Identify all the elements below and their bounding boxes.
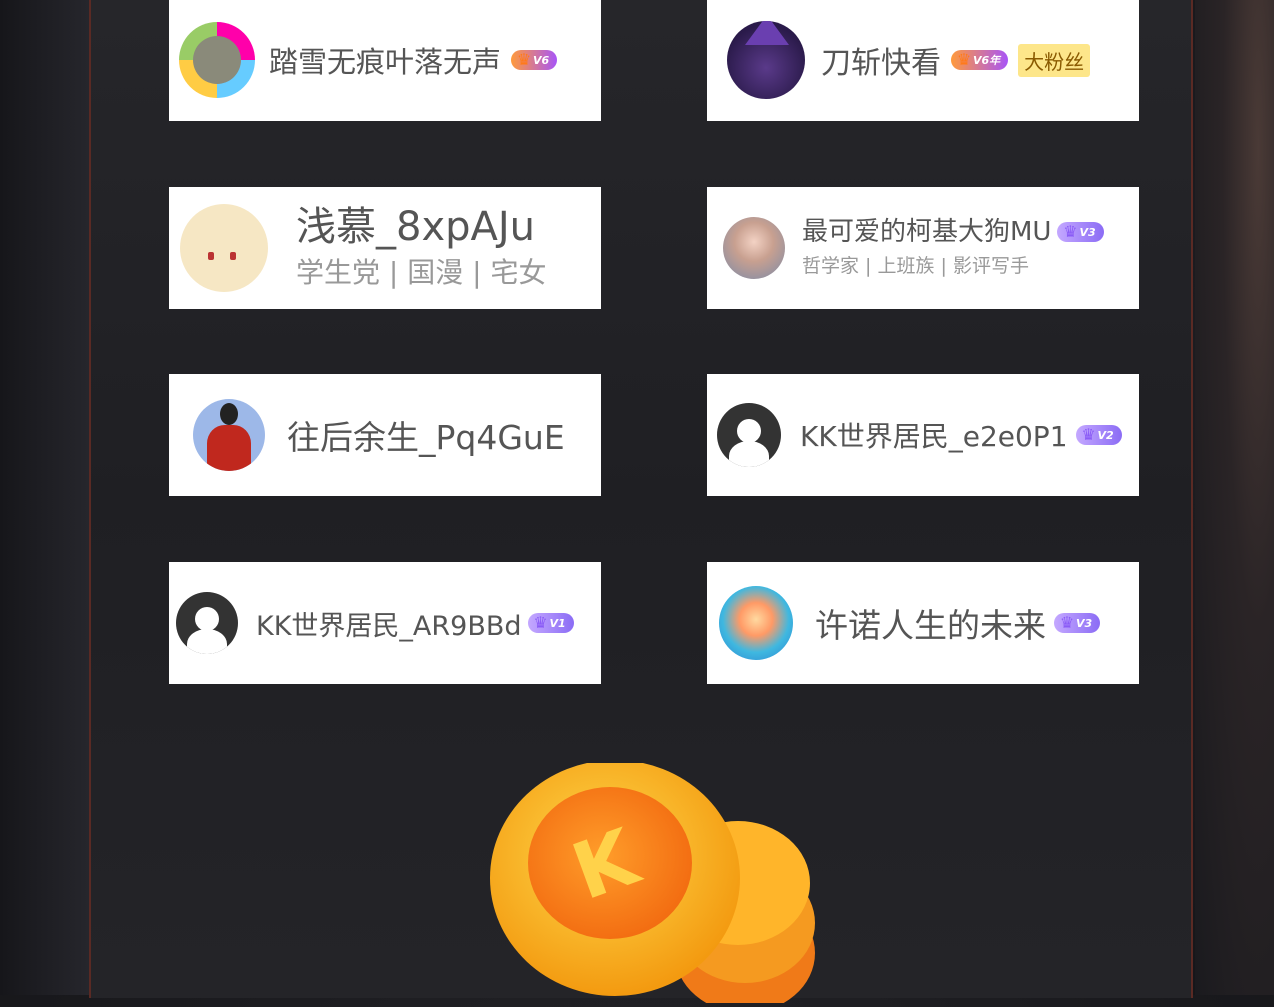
level-badge: ♛ V1 — [527, 612, 574, 633]
crown-icon: ♛ — [533, 612, 548, 632]
avatar — [717, 403, 781, 467]
user-card-4[interactable]: 最可爱的柯基大狗MU ♛ V3 哲学家 | 上班族 | 影评写手 — [707, 187, 1139, 309]
user-tags: 学生党 | 国漫 | 宅女 — [296, 256, 547, 289]
fan-tag: 大粉丝 — [1018, 43, 1091, 77]
level-badge: ♛ V2 — [1075, 424, 1122, 445]
user-name: 刀斩快看 — [821, 46, 941, 81]
level-badge: ♛ V6 — [511, 49, 558, 70]
crown-icon: ♛ — [956, 49, 972, 69]
user-card-5[interactable]: 往后余生_Pq4GuE — [169, 374, 601, 496]
background-right — [1195, 0, 1274, 995]
user-card-3[interactable]: 浅慕_8xpAJu 学生党 | 国漫 | 宅女 — [169, 187, 601, 309]
user-card-6[interactable]: KK世界居民_e2e0P1 ♛ V2 — [707, 374, 1139, 496]
user-name: 许诺人生的未来 — [815, 606, 1046, 645]
background-left — [0, 0, 89, 995]
avatar — [180, 204, 268, 292]
crown-icon: ♛ — [1063, 221, 1078, 241]
user-card-1[interactable]: 踏雪无痕叶落无声 ♛ V6 — [169, 0, 601, 121]
level-badge: ♛ V3 — [1057, 221, 1104, 242]
crown-icon: ♛ — [1081, 424, 1096, 444]
user-tags: 哲学家 | 上班族 | 影评写手 — [802, 255, 1029, 277]
user-name: 踏雪无痕叶落无声 — [269, 45, 502, 79]
avatar — [179, 22, 255, 98]
level-badge: ♛ V3 — [1054, 612, 1101, 633]
crown-icon: ♛ — [1059, 612, 1075, 632]
user-card-8[interactable]: 许诺人生的未来 ♛ V3 — [707, 562, 1139, 684]
user-name: 浅慕_8xpAJu — [296, 204, 536, 250]
avatar — [727, 21, 805, 99]
user-card-2[interactable]: 刀斩快看 ♛ V6年 大粉丝 — [707, 0, 1139, 121]
kk-coin-icon: K — [490, 760, 820, 1007]
avatar — [723, 217, 785, 279]
avatar — [176, 592, 238, 654]
avatar — [193, 399, 265, 471]
user-name: 往后余生_Pq4GuE — [287, 418, 565, 457]
crown-icon: ♛ — [516, 49, 532, 69]
user-name: 最可爱的柯基大狗MU — [802, 217, 1052, 247]
avatar — [719, 586, 793, 660]
level-badge: ♛ V6年 — [951, 49, 1009, 70]
user-name: KK世界居民_AR9BBd — [256, 610, 522, 642]
user-name: KK世界居民_e2e0P1 — [800, 420, 1068, 453]
user-card-7[interactable]: KK世界居民_AR9BBd ♛ V1 — [169, 562, 601, 684]
